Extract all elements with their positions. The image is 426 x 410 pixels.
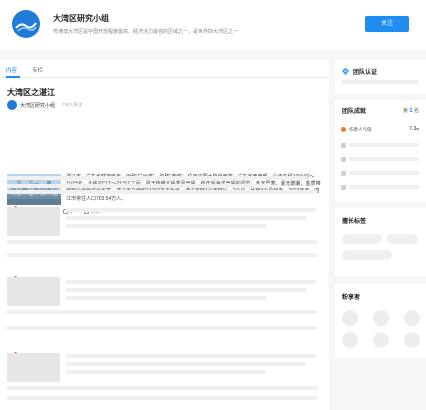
tags-card: 擅长标签 bbox=[335, 208, 426, 276]
article-title[interactable]: 大湾区之湛江 bbox=[7, 87, 55, 98]
placeholder-line bbox=[7, 240, 317, 244]
active-tab-indicator bbox=[6, 76, 20, 78]
diamond-icon bbox=[342, 68, 349, 75]
placeholder-tag bbox=[386, 234, 418, 244]
group-title: 大湾区研究小组 bbox=[53, 14, 109, 23]
placeholder-line bbox=[66, 216, 306, 220]
fan-avatar-placeholder bbox=[373, 310, 389, 326]
fans-title: 粉享者 bbox=[342, 295, 361, 301]
fan-avatar-placeholder bbox=[404, 332, 420, 348]
placeholder-line bbox=[66, 288, 306, 292]
group-logo[interactable] bbox=[12, 10, 40, 38]
placeholder-line bbox=[7, 184, 267, 188]
placeholder-line bbox=[7, 310, 317, 314]
placeholder-line bbox=[349, 171, 419, 175]
placeholder-line bbox=[66, 224, 266, 228]
achievements-card: 团队成就 第 1 名 作者人气值 7.3w bbox=[335, 100, 426, 202]
main-content: 内容 专栏 大湾区之湛江 大湾区研究小组 7W人关注 湛江市，广东省辖地级市，旧… bbox=[0, 60, 329, 410]
group-header: 大湾区研究小组 粤港澳大湾区是中国开放程度最高、经济活力最强的区域之一，是世界四… bbox=[0, 0, 426, 50]
tags-title: 擅长标签 bbox=[342, 219, 367, 225]
author-meta: 7W人关注 bbox=[62, 102, 83, 107]
wave-logo-icon bbox=[15, 22, 37, 32]
comment-icon bbox=[341, 171, 346, 176]
fan-avatar-placeholder bbox=[342, 332, 358, 348]
heart-icon bbox=[341, 185, 346, 190]
placeholder-line bbox=[66, 370, 266, 374]
tab-bar: 内容 专栏 bbox=[0, 60, 329, 78]
certification-title: 团队认证 bbox=[353, 70, 378, 76]
placeholder-line bbox=[66, 362, 306, 366]
follow-button[interactable]: 关注 bbox=[365, 16, 409, 32]
fan-avatar-placeholder bbox=[342, 310, 358, 326]
popularity-value: 7.3w bbox=[409, 126, 419, 132]
placeholder-line bbox=[349, 143, 419, 147]
placeholder-line bbox=[66, 280, 316, 284]
fire-icon bbox=[341, 127, 346, 132]
popularity-label: 作者人气值 bbox=[349, 127, 372, 132]
placeholder-thumbnail bbox=[7, 353, 60, 382]
placeholder-line bbox=[349, 185, 419, 189]
star-icon bbox=[341, 143, 346, 148]
placeholder-line bbox=[66, 354, 316, 358]
placeholder-tag bbox=[342, 250, 392, 260]
like-icon bbox=[341, 157, 346, 162]
fan-avatar-placeholder bbox=[373, 332, 389, 348]
placeholder-tag bbox=[342, 234, 382, 244]
placeholder-line bbox=[342, 80, 418, 84]
rank-label: 第 1 名 bbox=[402, 108, 419, 114]
fans-card: 粉享者 bbox=[335, 284, 426, 358]
placeholder-line bbox=[66, 208, 316, 212]
placeholder-line bbox=[66, 296, 266, 300]
rank-value: 1 bbox=[409, 108, 413, 114]
placeholder-thumbnail bbox=[7, 207, 60, 236]
placeholder-thumbnail bbox=[7, 277, 60, 306]
placeholder-line bbox=[7, 176, 307, 180]
placeholder-line bbox=[7, 396, 317, 400]
placeholder-line bbox=[7, 253, 317, 257]
placeholder-line bbox=[7, 190, 317, 194]
placeholder-line bbox=[7, 326, 317, 330]
achievements-title: 团队成就 bbox=[342, 109, 367, 115]
placeholder-line bbox=[7, 386, 317, 390]
placeholder-line bbox=[349, 157, 419, 161]
certification-card: 团队认证 bbox=[335, 60, 426, 94]
group-description: 粤港澳大湾区是中国开放程度最高、经济活力最强的区域之一，是世界四大湾区之一 bbox=[53, 29, 239, 35]
tab-column[interactable]: 专栏 bbox=[32, 66, 43, 74]
author-avatar[interactable] bbox=[7, 100, 17, 110]
tab-content[interactable]: 内容 bbox=[6, 66, 17, 74]
fan-avatar-placeholder bbox=[404, 310, 420, 326]
author-name[interactable]: 大湾区研究小组 bbox=[20, 102, 55, 109]
